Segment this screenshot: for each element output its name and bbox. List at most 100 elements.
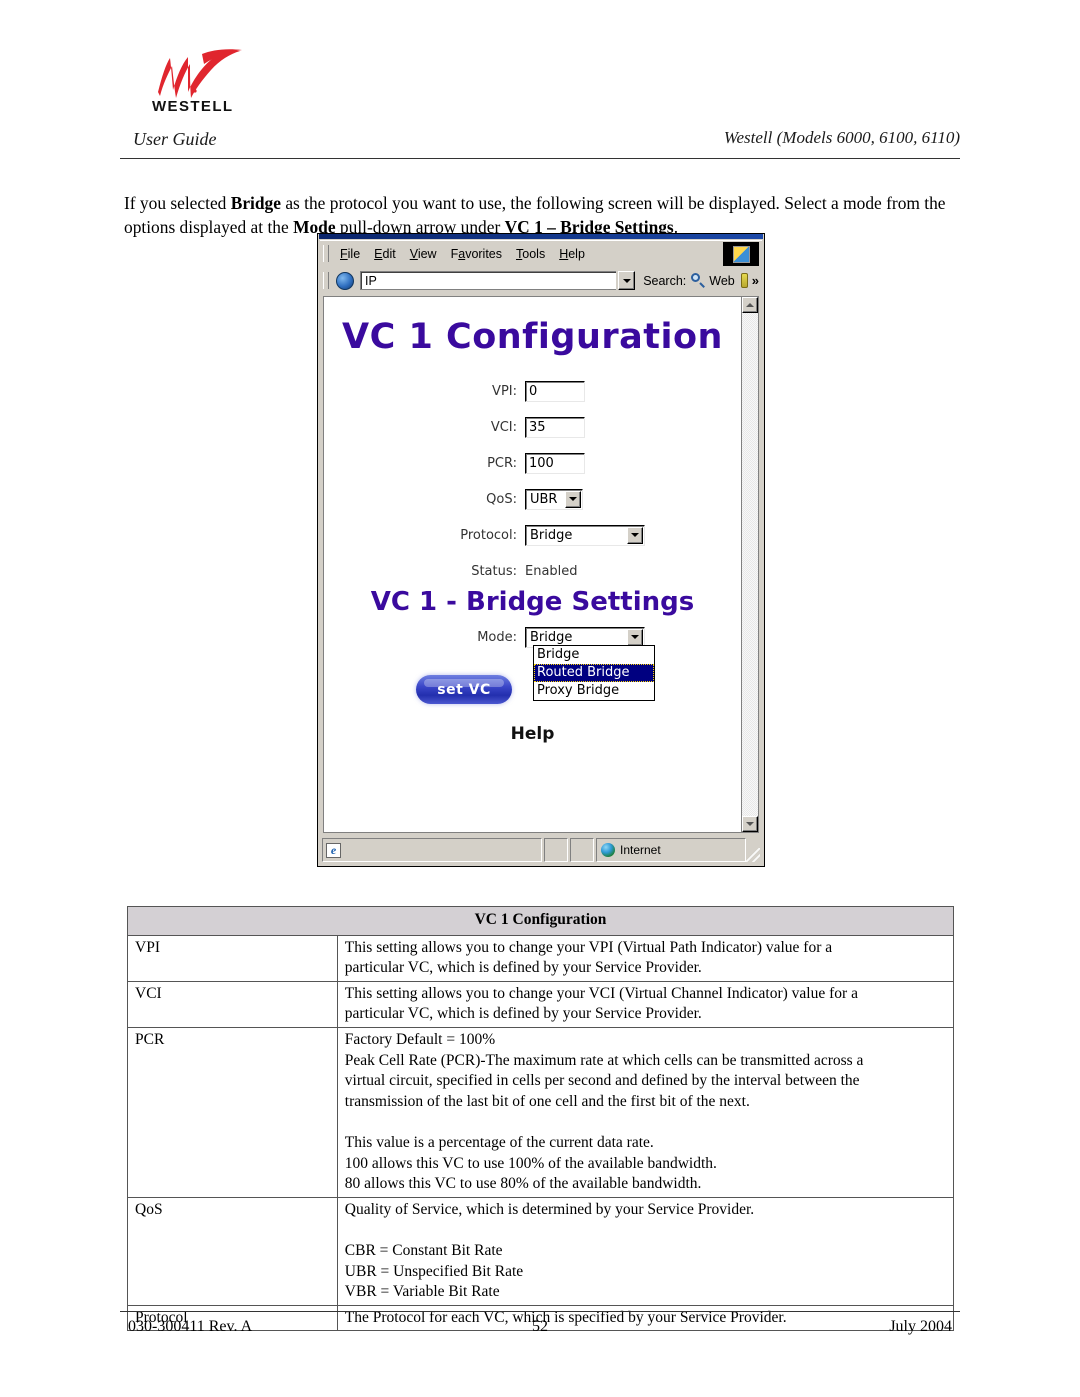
field-row-qos: QoS: UBR	[324, 481, 741, 517]
defn-line: This value is a percentage of the curren…	[344, 1133, 654, 1151]
chevron-down-icon	[631, 635, 639, 639]
defn-line: This setting allows you to change your V…	[344, 938, 833, 956]
browser-window: File Edit View Favorites Tools Help IP S…	[317, 233, 765, 867]
security-zone-label: Internet	[620, 843, 661, 857]
toolbar-overflow-chevron-icon[interactable]: »	[752, 274, 759, 287]
defn-line: 80 allows this VC to use 80% of the avai…	[344, 1175, 702, 1193]
menu-help[interactable]: Help	[552, 245, 592, 263]
protocol-select-arrow[interactable]	[627, 526, 643, 544]
table-row: QoS Quality of Service, which is determi…	[127, 1196, 955, 1306]
table-row: VCI This setting allows you to change yo…	[127, 980, 955, 1028]
row-defn-pcr: Factory Default = 100% Peak Cell Rate (P…	[336, 1026, 955, 1198]
defn-line: Factory Default = 100%	[344, 1030, 496, 1048]
table-header-title: VC 1 Configuration	[127, 906, 954, 936]
label-status: Status:	[471, 563, 517, 579]
menu-edit[interactable]: Edit	[367, 245, 403, 263]
menu-favorites-post: vorites	[465, 246, 503, 261]
browser-titlebar	[319, 234, 763, 239]
qos-select-arrow[interactable]	[565, 490, 581, 508]
field-row-protocol: Protocol: Bridge	[324, 517, 741, 553]
globe-icon	[336, 271, 354, 290]
menubar-grip[interactable]	[323, 245, 329, 262]
status-pane-2	[544, 838, 568, 862]
mode-option-bridge[interactable]: Bridge	[534, 646, 654, 664]
qos-select[interactable]: UBR	[525, 488, 583, 510]
row-defn-vpi: This setting allows you to change your V…	[336, 934, 955, 982]
label-pcr: PCR:	[487, 455, 517, 471]
resize-grip-icon[interactable]	[746, 848, 760, 862]
table-header-row: VC 1 Configuration	[127, 906, 954, 936]
label-vci: VCI:	[490, 419, 517, 435]
defn-line: transmission of the last bit of one cell…	[344, 1092, 750, 1110]
set-vc-button[interactable]: set VC	[416, 675, 512, 704]
search-web-label[interactable]: Web	[709, 274, 734, 288]
internet-zone-globe-icon	[601, 843, 615, 857]
page-title: VC 1 Configuration	[342, 317, 723, 357]
menu-file-post: ile	[347, 246, 361, 261]
defn-blank-line	[345, 1112, 948, 1133]
vci-input[interactable]: 35	[525, 416, 585, 438]
triangle-up-icon	[746, 303, 754, 307]
menu-file-accel: F	[340, 246, 348, 261]
label-mode: Mode:	[477, 629, 517, 645]
mode-dropdown-list[interactable]: Bridge Routed Bridge Proxy Bridge	[533, 645, 655, 701]
vpi-input[interactable]: 0	[525, 380, 585, 402]
table-row: PCR Factory Default = 100% Peak Cell Rat…	[127, 1026, 955, 1198]
menu-view-accel: V	[409, 246, 418, 261]
mode-option-routed-bridge[interactable]: Routed Bridge	[534, 664, 654, 682]
row-defn-qos: Quality of Service, which is determined …	[336, 1196, 955, 1306]
pcr-input[interactable]: 100	[525, 452, 585, 474]
field-row-pcr: PCR: 100	[324, 445, 741, 481]
row-term-vci: VCI	[127, 980, 338, 1028]
westell-logo: WESTELL	[150, 48, 270, 120]
menu-view-post: iew	[417, 246, 437, 261]
vc-config-form: VPI: 0 VCI: 35 PCR: 100 QoS: UBR Protoco…	[324, 373, 741, 589]
vertical-scrollbar[interactable]	[741, 297, 758, 832]
row-term-pcr: PCR	[127, 1026, 338, 1198]
menu-favorites[interactable]: Favorites	[444, 245, 509, 263]
scroll-up-button[interactable]	[742, 297, 758, 313]
menu-help-post: elp	[568, 246, 585, 261]
field-row-vci: VCI: 35	[324, 409, 741, 445]
mode-option-proxy-bridge[interactable]: Proxy Bridge	[534, 682, 654, 700]
defn-line: This setting allows you to change your V…	[344, 984, 858, 1002]
toolbar-extra-icon[interactable]	[740, 273, 748, 288]
menu-help-accel: H	[559, 246, 569, 261]
scroll-down-button[interactable]	[742, 816, 758, 832]
label-qos: QoS:	[486, 491, 517, 507]
browser-viewport: VC 1 Configuration VPI: 0 VCI: 35 PCR: 1…	[323, 296, 759, 833]
vc-configuration-description-table: VC 1 Configuration VPI This setting allo…	[127, 906, 955, 1332]
menu-file[interactable]: File	[333, 245, 367, 263]
internet-explorer-icon: e	[326, 842, 341, 858]
defn-line: CBR = Constant Bit Rate	[344, 1241, 503, 1259]
protocol-select-value: Bridge	[530, 527, 573, 543]
ie-logo-glyph	[732, 245, 750, 263]
menu-view[interactable]: View	[403, 245, 444, 263]
mode-select-arrow[interactable]	[627, 628, 643, 646]
defn-line: particular VC, which is defined by your …	[344, 959, 702, 977]
page-root: WESTELL User Guide Westell (Models 6000,…	[0, 0, 1080, 1397]
search-icon[interactable]	[691, 273, 706, 288]
set-vc-button-label: set VC	[437, 681, 491, 698]
footer-divider	[120, 1311, 960, 1312]
address-input[interactable]: IP	[360, 271, 617, 290]
menu-tools[interactable]: Tools	[509, 245, 552, 263]
address-dropdown-button[interactable]	[618, 271, 636, 290]
status-message-pane: e	[322, 838, 542, 862]
field-row-vpi: VPI: 0	[324, 373, 741, 409]
defn-line: particular VC, which is defined by your …	[344, 1005, 702, 1023]
menu-edit-post: dit	[382, 246, 396, 261]
page-footer: 030-300411 Rev. A 52 July 2004	[120, 1318, 960, 1342]
footer-page-number: 52	[532, 1318, 548, 1335]
addressbar-grip[interactable]	[323, 272, 329, 289]
browser-statusbar: e Internet	[322, 838, 760, 862]
chevron-down-icon	[622, 278, 631, 283]
security-zone-pane[interactable]: Internet	[596, 838, 746, 862]
westell-w-logo-icon	[158, 49, 242, 98]
help-link[interactable]: Help	[324, 724, 741, 744]
defn-line: Peak Cell Rate (PCR)-The maximum rate at…	[344, 1051, 864, 1069]
mode-select-value: Bridge	[530, 629, 573, 645]
protocol-select[interactable]: Bridge	[525, 524, 645, 546]
internet-explorer-logo-icon	[723, 242, 759, 266]
qos-select-value: UBR	[530, 491, 558, 507]
